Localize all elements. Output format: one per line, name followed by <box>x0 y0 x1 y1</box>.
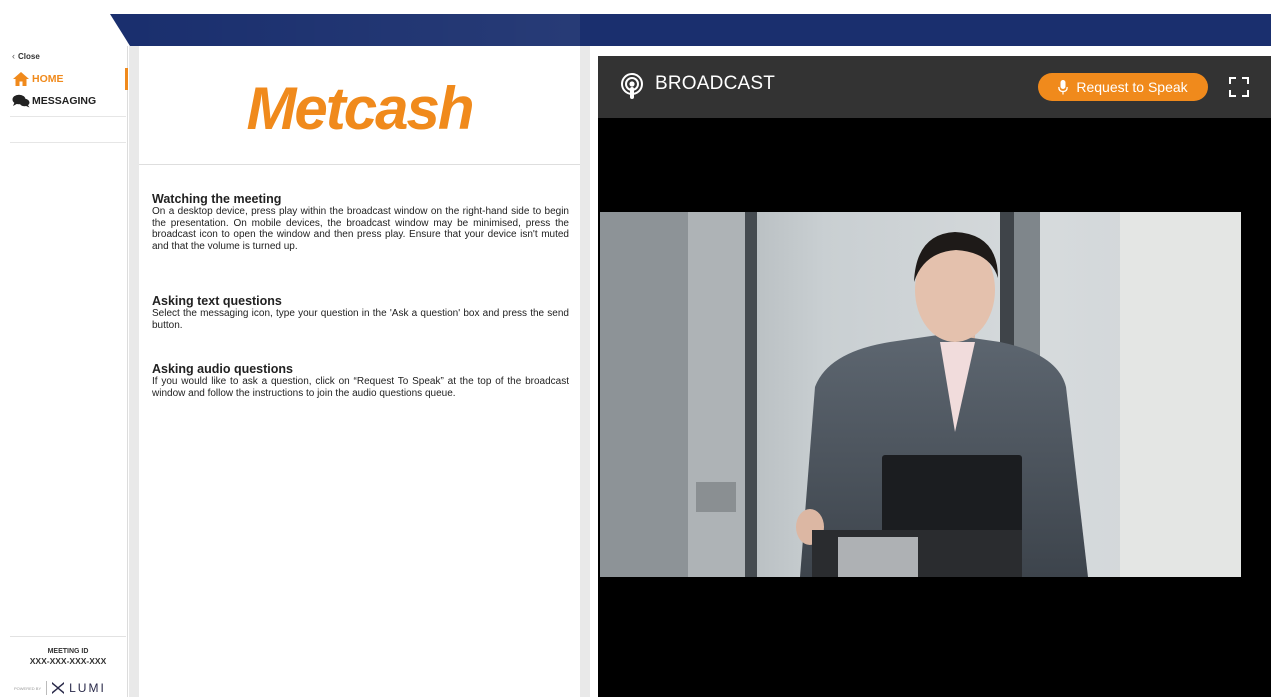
divider <box>10 142 126 143</box>
meeting-id-value: XXX-XXX-XXX-XXX <box>29 656 107 666</box>
home-icon <box>10 71 32 87</box>
close-label: Close <box>18 51 40 61</box>
chat-bubbles-icon <box>10 93 32 109</box>
section-body: On a desktop device, press play within t… <box>152 206 569 252</box>
section-text-questions: Asking text questions Select the messagi… <box>152 294 569 331</box>
powered-by-label: POWERED BY <box>14 685 42 691</box>
broadcast-header: BROADCAST Request to Speak <box>598 56 1271 118</box>
fullscreen-icon[interactable] <box>1229 77 1249 97</box>
close-button[interactable]: ‹ Close <box>12 51 40 61</box>
section-heading: Watching the meeting <box>152 192 282 206</box>
section-body: Select the messaging icon, type your que… <box>152 308 569 331</box>
chevron-left-icon: ‹ <box>12 51 15 61</box>
divider <box>10 116 126 117</box>
sidebar-item-messaging[interactable]: MESSAGING <box>10 90 128 112</box>
sidebar-item-label: HOME <box>32 73 64 85</box>
powered-by-lumi: POWERED BY LUMI <box>14 681 106 695</box>
request-to-speak-label: Request to Speak <box>1076 79 1188 95</box>
video-frame <box>600 212 1241 577</box>
sidebar-item-label: MESSAGING <box>32 95 97 107</box>
meeting-id-box: MEETING ID XXX-XXX-XXX-XXX <box>10 636 126 666</box>
company-logo: Metcash <box>139 54 580 165</box>
sidebar-item-home[interactable]: HOME <box>10 68 128 90</box>
broadcast-title: BROADCAST <box>655 73 776 94</box>
broadcast-video[interactable] <box>600 212 1241 577</box>
top-banner <box>0 0 1271 46</box>
meeting-id-label: MEETING ID <box>47 648 89 655</box>
company-logo-text: Metcash <box>246 75 474 142</box>
home-content: Metcash Watching the meeting On a deskto… <box>139 54 580 697</box>
app-window: ‹ Close HOME MESSAGING MEETING ID XXX-XX… <box>0 0 1271 697</box>
section-audio-questions: Asking audio questions If you would like… <box>152 362 569 399</box>
sidebar: ‹ Close HOME MESSAGING MEETING ID XXX-XX… <box>0 46 128 697</box>
section-heading: Asking text questions <box>152 294 282 308</box>
section-heading: Asking audio questions <box>152 362 293 376</box>
request-to-speak-button[interactable]: Request to Speak <box>1038 73 1208 101</box>
lumi-logo-icon <box>52 682 65 694</box>
section-body: If you would like to ask a question, cli… <box>152 376 569 399</box>
podcast-icon[interactable] <box>620 73 644 101</box>
lumi-wordmark: LUMI <box>69 681 106 695</box>
microphone-icon <box>1058 79 1069 94</box>
section-watching: Watching the meeting On a desktop device… <box>152 192 569 252</box>
broadcast-panel: BROADCAST Request to Speak <box>598 56 1271 697</box>
